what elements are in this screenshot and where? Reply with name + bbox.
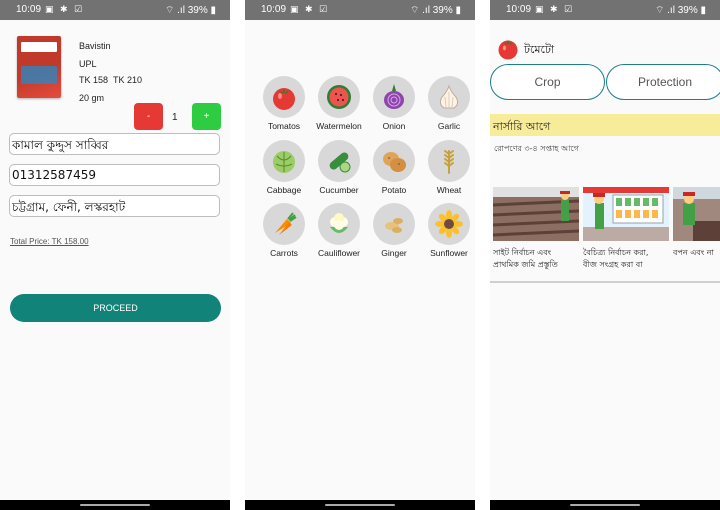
address-field[interactable]: চট্টগ্রাম, ফেনী, লস্করহাট [9,195,220,217]
status-time: 10:09 [261,4,287,15]
crop-item-carrots[interactable]: Carrots [258,203,310,258]
home-indicator[interactable] [325,504,395,506]
status-right: ⌔ .ıl 39% ▮ [164,5,216,16]
tomato-icon [495,36,521,65]
quantity-value: 1 [172,112,178,123]
status-bar: 10:09 ▣ ✱ ☑ ⌔ .ıl 39% ▮ [0,0,230,20]
product-price-row: TK 158 TK 210 [79,75,142,85]
divider [490,281,720,283]
crop-item-cauliflower[interactable]: Cauliflower [313,203,365,258]
crop-item-sunflower[interactable]: Sunflower [423,203,475,258]
proceed-button[interactable]: PROCEED [10,294,221,322]
carrot-icon [263,203,305,245]
crop-item-garlic[interactable]: Garlic [423,76,475,131]
cart-screen: 10:09 ▣ ✱ ☑ ⌔ .ıl 39% ▮ Bavistin UPL TK … [0,0,230,510]
potato-icon [373,140,415,182]
crop-label: Potato [381,185,407,195]
crop-label: Watermelon [316,121,362,131]
cabbage-icon [263,140,305,182]
home-indicator[interactable] [80,504,150,506]
nav-bar [0,500,230,510]
product-image [17,36,61,98]
increase-quantity-button[interactable]: + [192,103,221,130]
crop-grid-screen: 10:09 ▣ ✱ ☑ ⌔ .ıl 39% ▮ Tomatos Watermel… [245,0,475,510]
nav-bar [245,500,475,510]
crop-label: Cucumber [319,185,359,195]
onion-icon [373,76,415,118]
watermelon-icon [318,76,360,118]
crop-label: Ginger [381,248,407,258]
card-caption-2: বীজ সংগ্রহ করা বা [583,260,643,269]
notification-icons: ▣ ✱ ☑ [535,4,575,14]
sowing-illustration [673,187,720,241]
crop-label: Carrots [270,248,298,258]
cucumber-icon [318,140,360,182]
crop-item-wheat[interactable]: Wheat [423,140,475,195]
crop-item-potato[interactable]: Potato [368,140,420,195]
product-size: 20 gm [79,93,105,103]
crop-label: Cabbage [266,185,302,195]
battery-level: 39% [677,5,698,16]
battery-level: 39% [432,5,453,16]
stage-subtitle: রোপণের ৩-৪ সপ্তাহ আগে [494,144,579,153]
tab-protection[interactable]: Protection [606,64,720,100]
ginger-icon [373,203,415,245]
field-preparation-illustration [493,187,579,241]
product-mrp: TK 210 [113,75,143,85]
stage-banner: নার্সারি আগে [490,114,720,136]
seed-shop-illustration [583,187,669,241]
status-right: ⌔ .ıl 39% ▮ [409,5,461,16]
cauliflower-icon [318,203,360,245]
wheat-icon [428,140,470,182]
crop-label: Garlic [437,121,461,131]
crop-item-cabbage[interactable]: Cabbage [258,140,310,195]
guide-card[interactable]: বৈচিত্র্য নির্বাচন করা, বীজ সংগ্রহ করা ব… [583,187,669,271]
home-indicator[interactable] [570,504,640,506]
crop-item-ginger[interactable]: Ginger [368,203,420,258]
notification-icons: ▣ ✱ ☑ [45,4,85,14]
card-caption-1: বপন এবং না [673,248,714,257]
status-bar: 10:09 ▣ ✱ ☑ ⌔ .ıl 39% ▮ [490,0,720,20]
crop-label: Wheat [436,185,462,195]
card-caption-2: প্রাথমিক জমি প্রস্তুতি [493,260,558,269]
card-caption-1: সাইট নির্বাচন এবং [493,248,552,257]
crop-label: Tomatos [267,121,301,131]
product-name: Bavistin [79,41,111,51]
crop-detail-screen: 10:09 ▣ ✱ ☑ ⌔ .ıl 39% ▮ টমেটো Crop Prote… [490,0,720,510]
crop-label: Sunflower [430,248,468,258]
status-right: ⌔ .ıl 39% ▮ [654,5,706,16]
crop-item-watermelon[interactable]: Watermelon [313,76,365,131]
sunflower-icon [428,203,470,245]
crop-title: টমেটো [524,43,555,56]
decrease-quantity-button[interactable]: - [134,103,163,130]
garlic-icon [428,76,470,118]
total-price: Total Price: TK 158.00 [10,237,89,246]
phone-field[interactable]: 01312587459 [9,164,220,186]
status-bar: 10:09 ▣ ✱ ☑ ⌔ .ıl 39% ▮ [245,0,475,20]
nav-bar [490,500,720,510]
name-field[interactable]: কামাল কুদ্দুস সাব্বির [9,133,220,155]
notification-icons: ▣ ✱ ☑ [290,4,330,14]
crop-item-cucumber[interactable]: Cucumber [313,140,365,195]
guide-card[interactable]: বপন এবং না [673,187,720,259]
crop-item-tomatos[interactable]: Tomatos [258,76,310,131]
crop-label: Cauliflower [317,248,361,258]
tomato-icon [263,76,305,118]
tab-crop[interactable]: Crop [490,64,605,100]
status-time: 10:09 [506,4,532,15]
product-brand: UPL [79,59,97,69]
crop-item-onion[interactable]: Onion [368,76,420,131]
card-caption-1: বৈচিত্র্য নির্বাচন করা, [583,248,649,257]
guide-card[interactable]: সাইট নির্বাচন এবং প্রাথমিক জমি প্রস্তুতি [493,187,579,271]
crop-label: Onion [382,121,406,131]
status-time: 10:09 [16,4,42,15]
product-price: TK 158 [79,75,109,85]
battery-level: 39% [187,5,208,16]
